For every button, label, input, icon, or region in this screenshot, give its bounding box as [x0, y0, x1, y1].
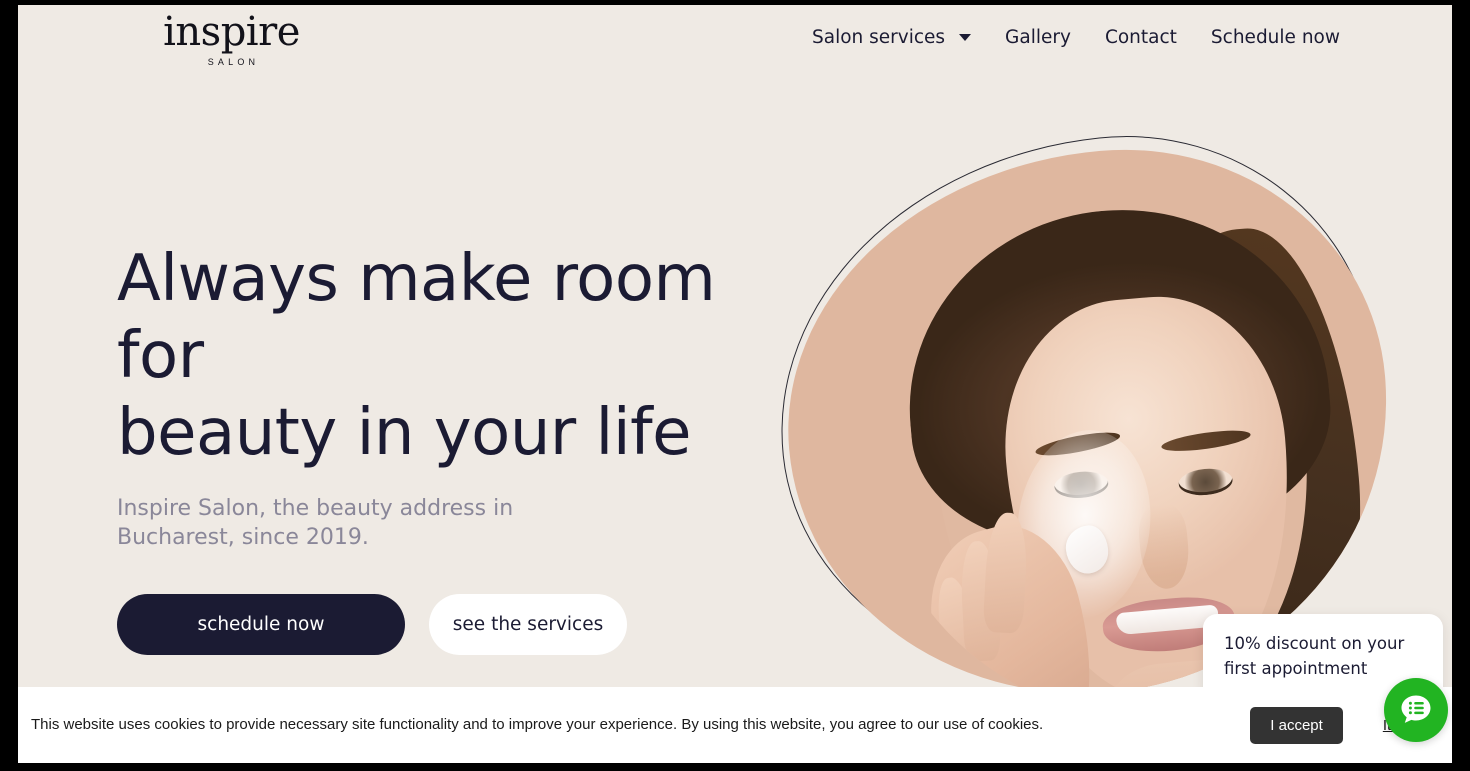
page-title: Always make room for beauty in your life	[117, 242, 716, 470]
nav-item-salon-services[interactable]: Salon services	[795, 27, 988, 48]
discount-badge-text: 10% discount on your first appointment	[1224, 634, 1405, 678]
nav-item-label: Contact	[1104, 27, 1177, 48]
nav-item-gallery[interactable]: Gallery	[988, 27, 1088, 48]
hero-button-group: schedule now see the services	[117, 594, 817, 655]
chat-widget-button[interactable]	[1384, 678, 1448, 742]
model-photo	[800, 128, 1410, 687]
hero-section: Always make room for beauty in your life…	[18, 81, 1452, 687]
hero-copy: Always make room for beauty in your life…	[117, 241, 817, 655]
discount-badge: 10% discount on your first appointment	[1203, 614, 1443, 687]
cookie-banner: This website uses cookies to provide nec…	[18, 687, 1452, 763]
nav-item-label: Gallery	[1005, 27, 1071, 48]
logo-subtitle: SALON	[207, 57, 260, 67]
main-navigation: Salon services Gallery Contact Schedule …	[795, 27, 1357, 48]
chat-list-icon	[1401, 695, 1431, 723]
site-logo[interactable]: inspire SALON	[159, 9, 304, 67]
hero-image	[753, 111, 1418, 687]
browser-viewport: inspire SALON Salon services Gallery Con…	[18, 5, 1452, 763]
cookie-message: This website uses cookies to provide nec…	[31, 716, 1044, 733]
nav-item-schedule-now[interactable]: Schedule now	[1194, 27, 1357, 48]
nav-item-contact[interactable]: Contact	[1088, 27, 1194, 48]
see-services-button[interactable]: see the services	[429, 594, 627, 655]
site-header: inspire SALON Salon services Gallery Con…	[18, 5, 1452, 81]
nav-item-label: Salon services	[811, 27, 946, 48]
chevron-down-icon	[959, 34, 972, 41]
nav-item-label: Schedule now	[1210, 27, 1340, 48]
hero-subtitle: Inspire Salon, the beauty address in Buc…	[117, 496, 514, 550]
blob-fill-shape	[765, 127, 1411, 687]
logo-wordmark: inspire	[163, 9, 300, 55]
model-photo-clip	[800, 128, 1410, 687]
accept-cookies-button[interactable]: I accept	[1250, 706, 1343, 744]
schedule-now-button[interactable]: schedule now	[117, 594, 405, 655]
